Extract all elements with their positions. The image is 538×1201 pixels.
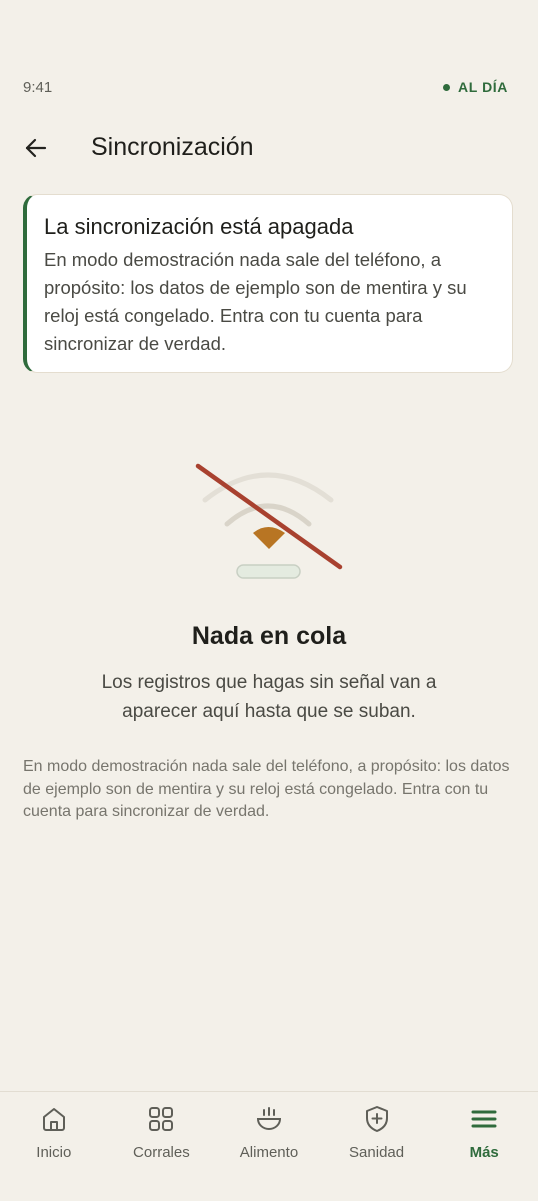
empty-state-title: Nada en cola xyxy=(191,622,347,650)
nav-label: Alimento xyxy=(239,1144,299,1161)
nav-item-mas[interactable]: Más xyxy=(430,1092,538,1201)
feed-bowl-icon xyxy=(256,1107,281,1130)
nav-label: Sanidad xyxy=(349,1144,405,1161)
status-dot-icon xyxy=(442,83,450,91)
nav-label: Inicio xyxy=(36,1144,72,1161)
nav-item-sanidad[interactable]: Sanidad xyxy=(323,1092,431,1201)
demo-footnote: En modo demostración nada sale del teléf… xyxy=(23,758,510,820)
page-title: Sincronización xyxy=(91,133,254,161)
notice-title: La sincronización está apagada xyxy=(44,214,354,239)
status-time: 9:41 xyxy=(23,79,53,96)
empty-state-body: Los registros que hagas sin señal van a … xyxy=(101,672,437,722)
nav-label: Más xyxy=(469,1144,499,1161)
menu-icon xyxy=(471,1110,497,1128)
arrow-left-icon xyxy=(25,138,47,158)
nav-label: Corrales xyxy=(133,1144,190,1161)
sync-status-label: AL DÍA xyxy=(457,79,508,95)
nav-item-corrales[interactable]: Corrales xyxy=(108,1092,216,1201)
nav-item-inicio[interactable]: Inicio xyxy=(0,1092,108,1201)
wifi-off-icon xyxy=(195,463,343,579)
health-shield-icon xyxy=(365,1106,388,1132)
grid-icon xyxy=(149,1107,174,1131)
sync-off-notice: La sincronización está apagada En modo d… xyxy=(23,194,513,373)
sync-status-badge: AL DÍA xyxy=(442,79,508,95)
bottom-nav: Inicio Corrales Alimento Sanidad Más xyxy=(0,1091,538,1201)
notice-body: En modo demostración nada sale del teléf… xyxy=(44,249,467,354)
home-icon xyxy=(42,1108,65,1131)
nav-item-alimento[interactable]: Alimento xyxy=(215,1092,323,1201)
back-button[interactable] xyxy=(16,128,56,168)
header: Sincronización xyxy=(0,124,538,170)
